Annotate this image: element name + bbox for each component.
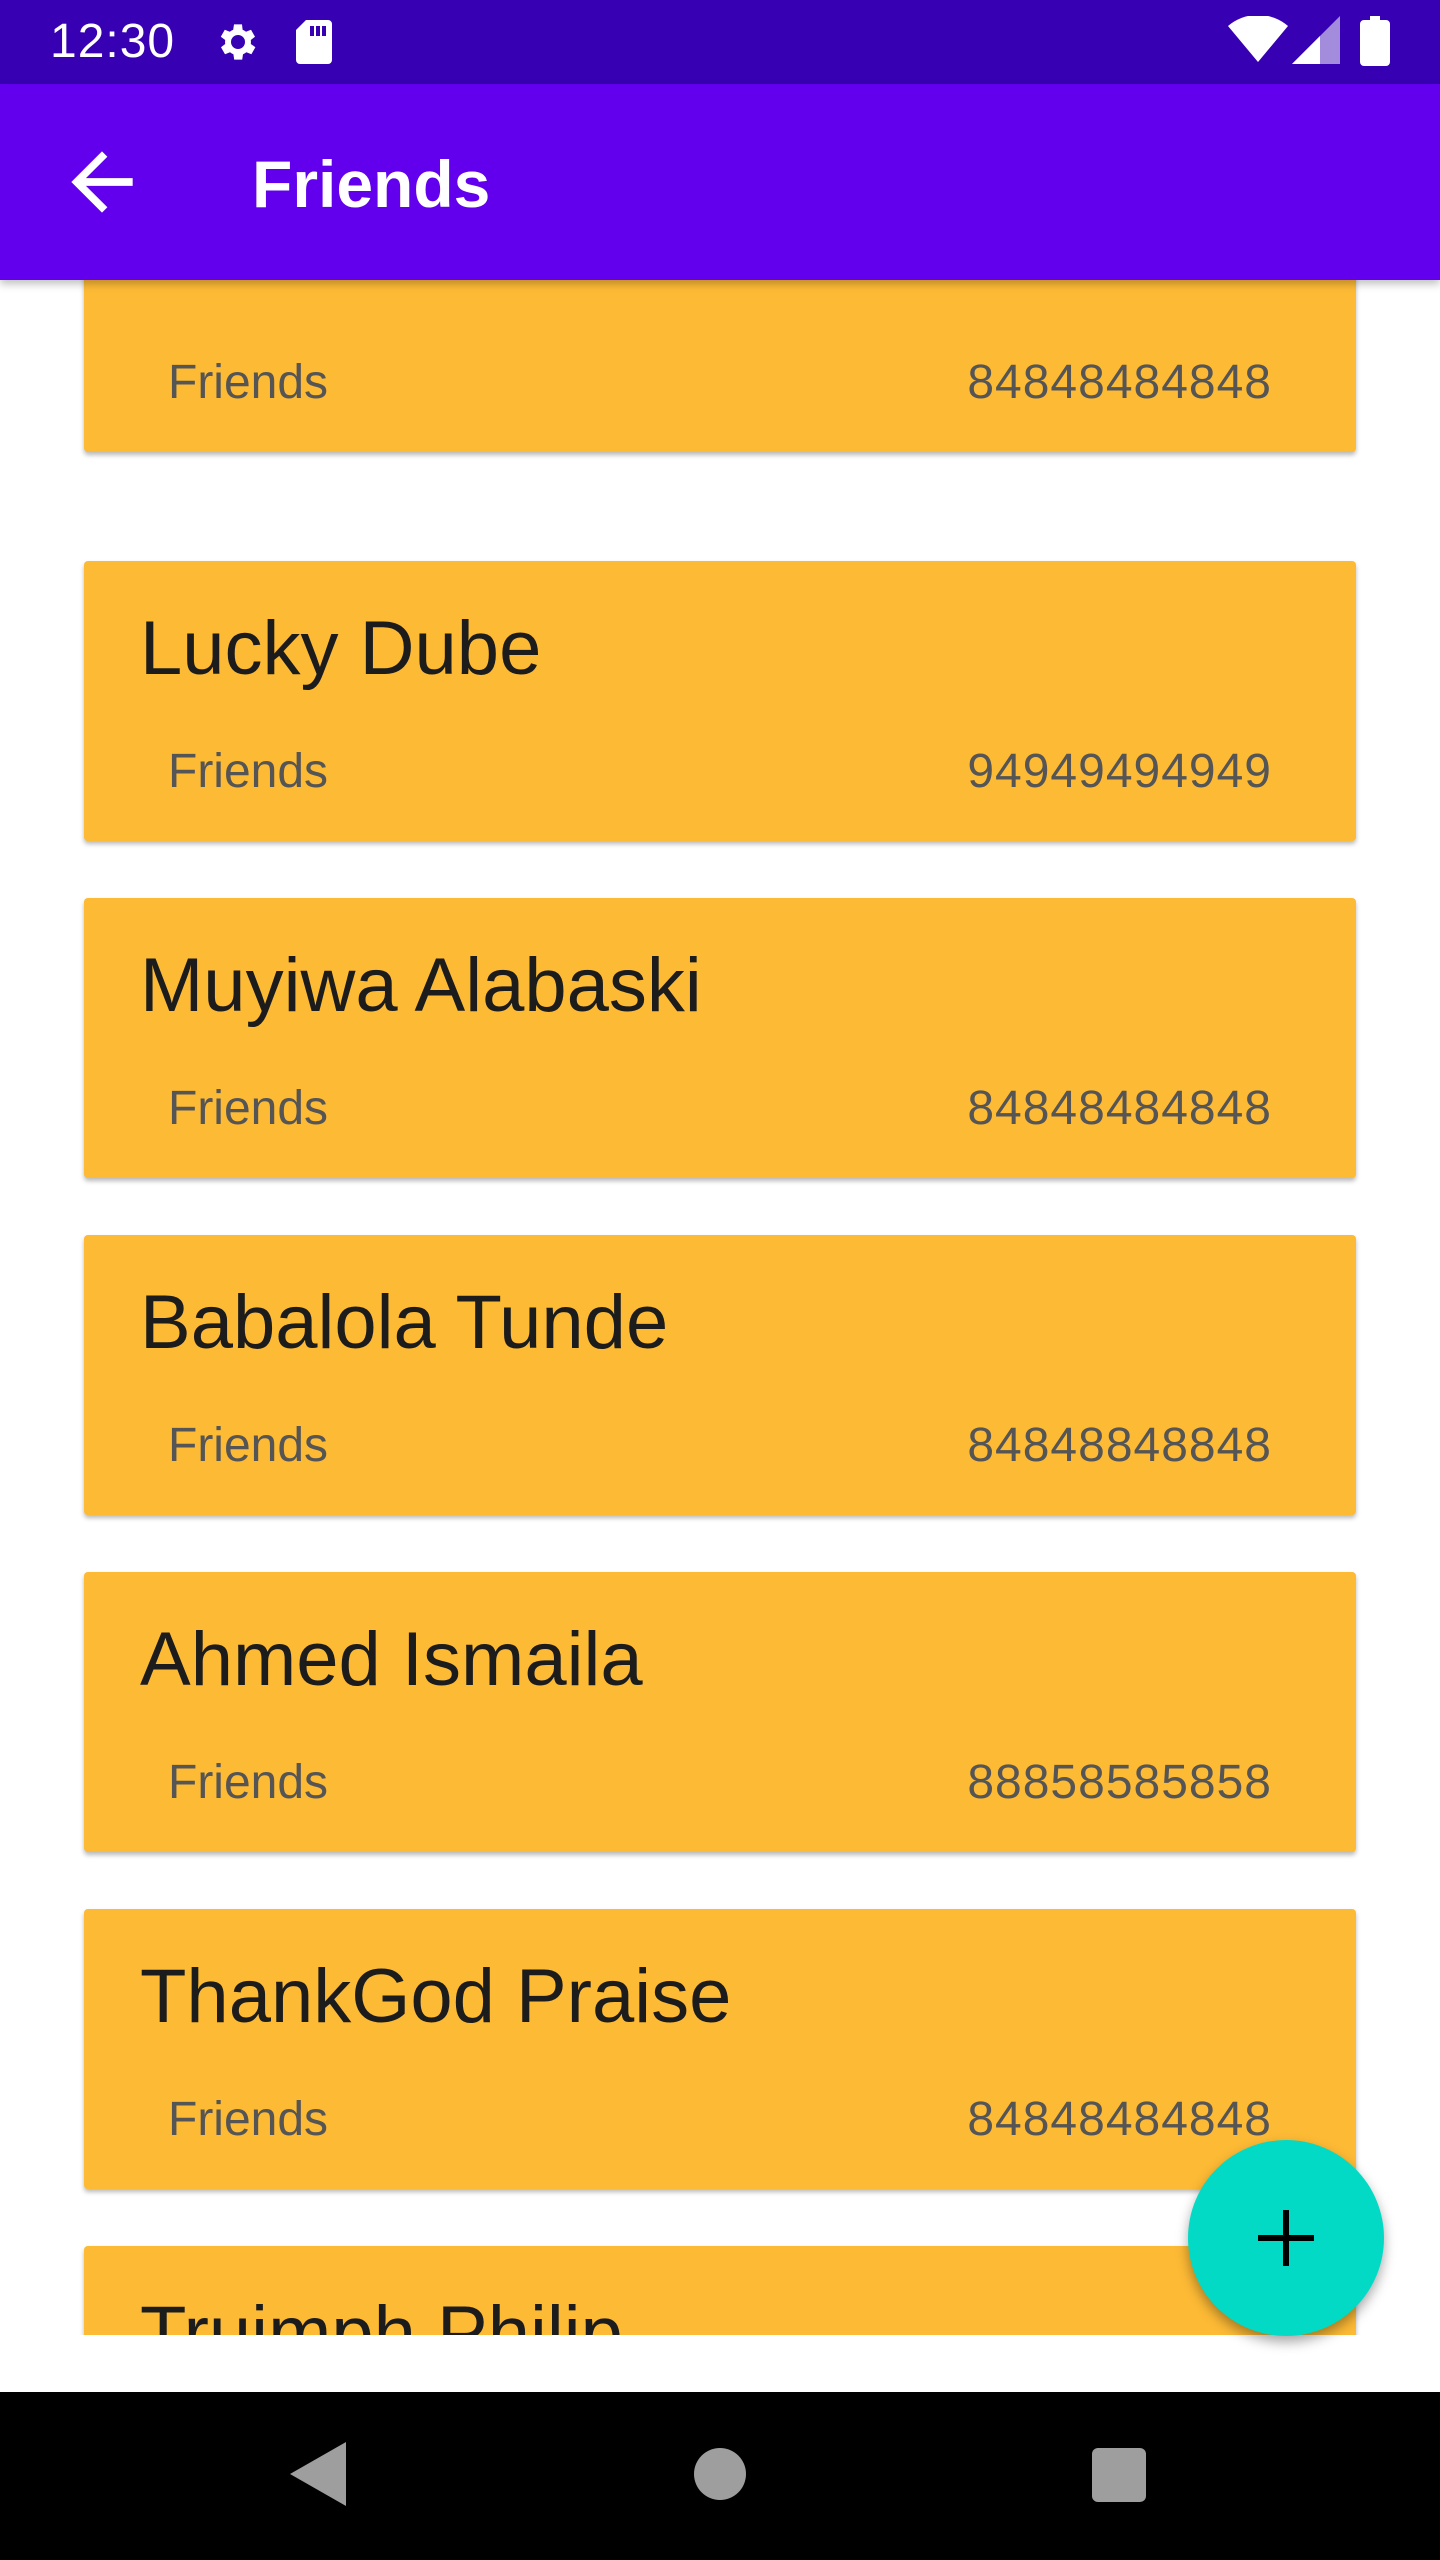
contact-name: Babalola Tunde [140,1280,669,1365]
back-button[interactable] [56,136,148,228]
contact-card[interactable]: Babalola Tunde Friends 84848848848 [84,1235,1356,1515]
page-title: Friends [252,147,491,221]
gear-icon [212,18,260,71]
contact-card[interactable]: Truimph Philip [84,2246,1356,2335]
add-contact-button[interactable] [1188,2140,1384,2336]
contact-name: Muyiwa Alabaski [140,943,702,1028]
contact-group: Friends [168,745,329,798]
contact-card[interactable]: Muyiwa Alabaski Friends 84848484848 [84,898,1356,1178]
contact-phone: 84848848848 [967,1419,1272,1472]
contact-card[interactable]: Lucky Dube Friends 94949494949 [84,561,1356,841]
battery-icon [1360,16,1390,71]
app-bar: Friends [0,84,1440,280]
contact-phone: 84848484848 [967,356,1272,409]
contact-group: Friends [168,356,329,409]
contact-phone: 84848484848 [967,2093,1272,2146]
system-nav-bar [0,2392,1440,2560]
contact-card[interactable]: Ahmed Ismaila Friends 88858585858 [84,1572,1356,1852]
wifi-icon [1228,14,1288,69]
contact-name: ThankGod Praise [140,1954,732,2039]
signal-icon [1292,16,1340,69]
contact-phone: 94949494949 [967,745,1272,798]
status-time: 12:30 [50,15,176,68]
contact-group: Friends [168,1419,329,1472]
contact-card[interactable]: ThankGod Praise Friends 84848484848 [84,1909,1356,2189]
sd-card-icon [294,18,334,71]
contact-group: Friends [168,1756,329,1809]
arrow-back-icon [56,151,148,232]
contact-group: Friends [168,2093,329,2146]
contact-list[interactable]: Friends 84848484848 Lucky Dube Friends 9… [0,280,1440,2335]
contact-name: Lucky Dube [140,606,542,691]
contact-card[interactable]: Friends 84848484848 [84,280,1356,452]
contact-name: Truimph Philip [140,2291,623,2335]
contact-phone: 88858585858 [967,1756,1272,1809]
contact-phone: 84848484848 [967,1082,1272,1135]
contact-name: Ahmed Ismaila [140,1617,643,1702]
status-bar: 12:30 [0,0,1440,84]
contact-group: Friends [168,1082,329,1135]
home-circle-icon[interactable] [694,2448,746,2505]
recents-square-icon[interactable] [1092,2448,1146,2507]
back-triangle-icon[interactable] [290,2442,346,2511]
